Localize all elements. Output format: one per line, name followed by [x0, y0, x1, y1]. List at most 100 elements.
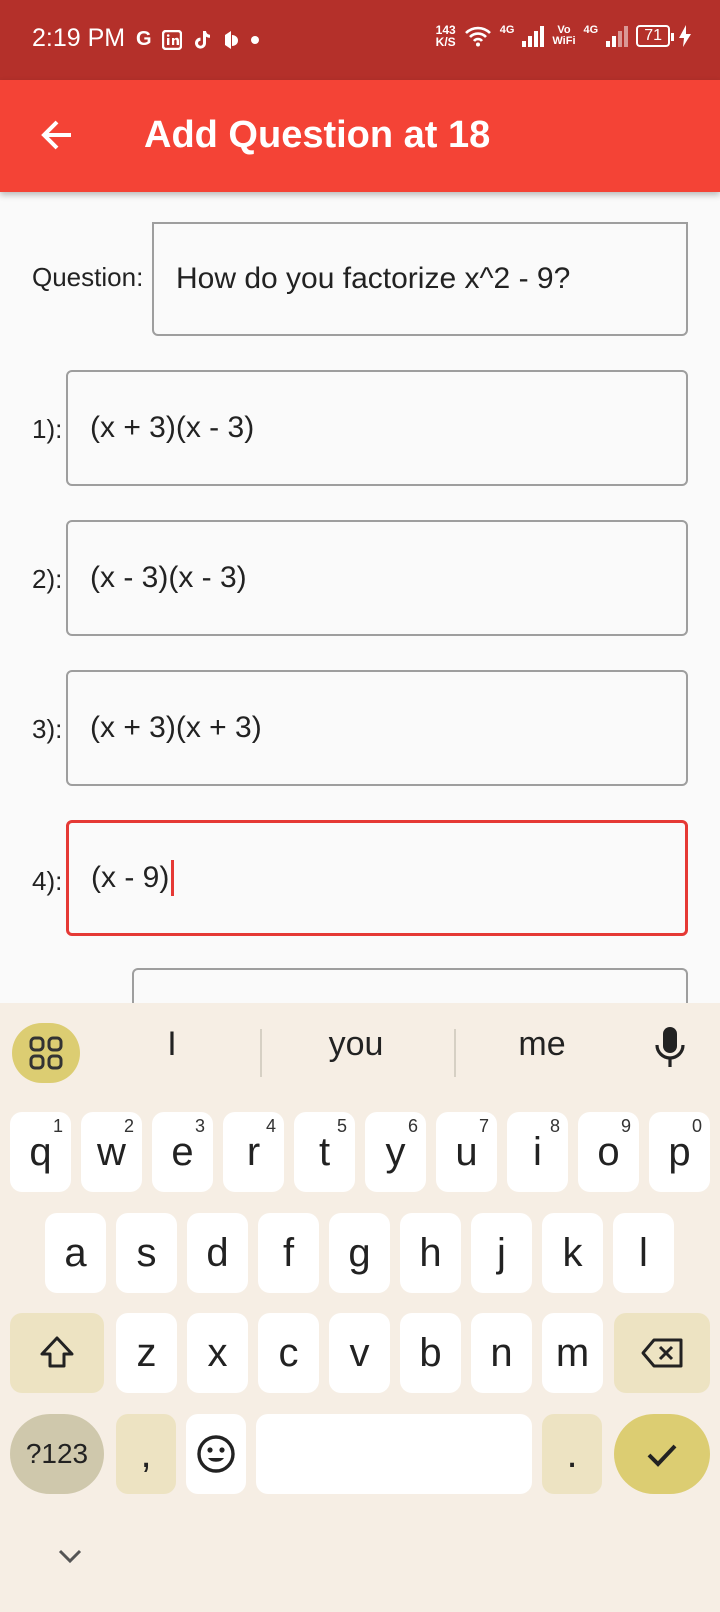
key-q[interactable]: q1: [10, 1112, 71, 1192]
option-4-value: (x - 9): [91, 861, 170, 894]
key-k[interactable]: k: [542, 1213, 603, 1293]
key-c-label: c: [278, 1330, 299, 1375]
notification-icons: G: [136, 28, 260, 51]
option-4-label: 4):: [32, 866, 63, 896]
key-o[interactable]: o9: [578, 1112, 639, 1192]
question-field[interactable]: How do you factorize x^2 - 9?: [152, 222, 688, 336]
key-f-label: f: [282, 1230, 295, 1275]
key-r-number-hint: 4: [265, 1116, 276, 1136]
key-t[interactable]: t5: [294, 1112, 355, 1192]
comma-key[interactable]: ,: [116, 1414, 176, 1494]
network-speed: 143 K/S: [436, 24, 456, 48]
mic-icon: [655, 1027, 685, 1067]
key-u-number-hint: 7: [478, 1116, 489, 1136]
key-b[interactable]: b: [400, 1313, 461, 1393]
key-c[interactable]: c: [258, 1313, 319, 1393]
key-u[interactable]: u7: [436, 1112, 497, 1192]
key-n[interactable]: n: [471, 1313, 532, 1393]
keyboard-menu-button[interactable]: [12, 1023, 80, 1083]
key-w-label: w: [97, 1129, 126, 1174]
suggestion-divider: [260, 1029, 262, 1077]
symbols-key[interactable]: ?123: [10, 1414, 104, 1494]
key-j[interactable]: j: [471, 1213, 532, 1293]
key-w-number-hint: 2: [123, 1116, 134, 1136]
key-r-label: r: [246, 1129, 261, 1174]
chevron-down-icon: [58, 1549, 82, 1564]
done-key[interactable]: [614, 1414, 710, 1494]
signal-type-1: 4G: [499, 24, 515, 36]
key-t-label: t: [318, 1129, 331, 1174]
linkedin-icon: [161, 29, 182, 50]
option-2-value: (x - 3)(x - 3): [90, 561, 247, 594]
app-icon: [224, 30, 238, 49]
key-x[interactable]: x: [187, 1313, 248, 1393]
key-g[interactable]: g: [329, 1213, 390, 1293]
arrow-back-icon: [41, 120, 71, 150]
key-p[interactable]: p0: [649, 1112, 710, 1192]
text-cursor: [171, 860, 175, 896]
key-h[interactable]: h: [400, 1213, 461, 1293]
key-s[interactable]: s: [116, 1213, 177, 1293]
key-y[interactable]: y6: [365, 1112, 426, 1192]
page-title: Add Question at 18: [144, 114, 491, 156]
wifi-icon: [464, 26, 491, 47]
key-h-label: h: [419, 1230, 442, 1275]
hide-keyboard-button[interactable]: [56, 1545, 84, 1570]
key-m[interactable]: m: [542, 1313, 603, 1393]
key-x-label: x: [207, 1330, 228, 1375]
key-z[interactable]: z: [116, 1313, 177, 1393]
shift-icon: [40, 1336, 74, 1368]
option-3-field[interactable]: (x + 3)(x + 3): [66, 670, 688, 786]
key-k-label: k: [562, 1230, 583, 1275]
key-m-label: m: [555, 1330, 590, 1375]
question-label: Question:: [32, 262, 144, 292]
key-d-label: d: [206, 1230, 229, 1275]
voice-input-button[interactable]: [652, 1025, 688, 1076]
key-b-label: b: [419, 1330, 442, 1375]
suggestion-2[interactable]: you: [276, 1025, 436, 1064]
key-y-number-hint: 6: [407, 1116, 418, 1136]
period-key[interactable]: .: [542, 1414, 602, 1494]
option-2-field[interactable]: (x - 3)(x - 3): [66, 520, 688, 636]
key-w[interactable]: w2: [81, 1112, 142, 1192]
key-r[interactable]: r4: [223, 1112, 284, 1192]
key-a-label: a: [64, 1230, 87, 1275]
key-i-label: i: [533, 1129, 542, 1174]
back-button[interactable]: [32, 110, 82, 160]
option-3-value: (x + 3)(x + 3): [90, 711, 262, 744]
option-1-label: 1):: [32, 414, 63, 444]
suggestion-3[interactable]: me: [470, 1025, 614, 1064]
shift-key[interactable]: [10, 1313, 104, 1393]
emoji-key[interactable]: [186, 1414, 246, 1494]
keyboard: I you me: [0, 1003, 720, 1612]
battery-indicator: 71: [636, 25, 674, 47]
key-v-label: v: [349, 1330, 370, 1375]
question-value: How do you factorize x^2 - 9?: [176, 262, 571, 295]
tiktok-icon: [194, 30, 210, 49]
charging-icon: [679, 25, 691, 47]
option-5-field[interactable]: [132, 968, 688, 1008]
key-j-label: j: [497, 1230, 506, 1275]
key-p-number-hint: 0: [691, 1116, 702, 1136]
key-a[interactable]: a: [45, 1213, 106, 1293]
suggestion-1[interactable]: I: [100, 1025, 244, 1064]
key-o-label: o: [597, 1129, 620, 1174]
key-d[interactable]: d: [187, 1213, 248, 1293]
key-z-label: z: [136, 1330, 157, 1375]
key-i[interactable]: i8: [507, 1112, 568, 1192]
key-l[interactable]: l: [613, 1213, 674, 1293]
key-e[interactable]: e3: [152, 1112, 213, 1192]
dot-icon: [250, 35, 259, 44]
option-1-value: (x + 3)(x - 3): [90, 411, 255, 444]
suggestion-bar: I you me: [0, 1003, 720, 1093]
key-f[interactable]: f: [258, 1213, 319, 1293]
key-v[interactable]: v: [329, 1313, 390, 1393]
option-1-field[interactable]: (x + 3)(x - 3): [66, 370, 688, 486]
option-4-field[interactable]: (x - 9): [66, 820, 688, 936]
space-key[interactable]: [256, 1414, 532, 1494]
signal-icon-2: [606, 25, 629, 47]
option-3-label: 3):: [32, 714, 63, 744]
netspeed-unit: K/S: [435, 35, 456, 49]
option-2-label: 2):: [32, 564, 63, 594]
backspace-key[interactable]: [614, 1313, 710, 1393]
